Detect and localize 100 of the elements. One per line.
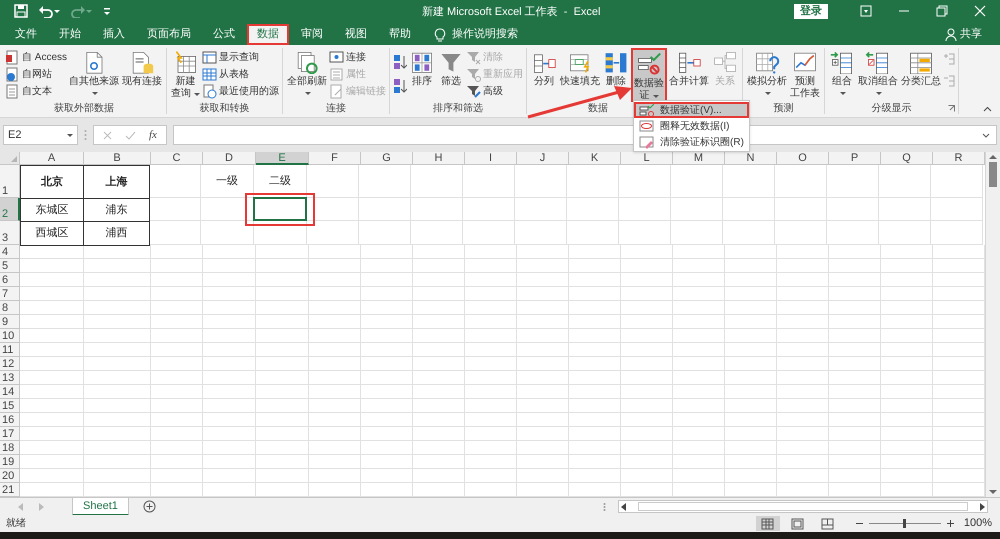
grid-cell[interactable] [517, 301, 569, 315]
ribbon-button[interactable]: 模拟分析 [746, 48, 788, 102]
grid-cell[interactable] [361, 301, 413, 315]
grid-cell[interactable] [621, 343, 673, 357]
grid-cell[interactable] [309, 245, 361, 259]
grid-cell[interactable] [256, 455, 309, 469]
grid-cell[interactable] [725, 441, 777, 455]
grid-cell[interactable] [465, 301, 517, 315]
zoom-slider[interactable] [868, 519, 941, 528]
grid-cell[interactable] [151, 315, 203, 329]
grid-cell[interactable] [673, 301, 725, 315]
row-header[interactable]: 18 [0, 441, 20, 455]
grid-cell[interactable] [361, 259, 413, 273]
grid-cell[interactable] [20, 413, 84, 427]
grid-cell[interactable] [725, 469, 777, 483]
grid-cell[interactable] [829, 427, 881, 441]
grid-cell[interactable] [517, 245, 569, 259]
grid-cell[interactable] [569, 413, 621, 427]
grid-cell[interactable] [569, 329, 621, 343]
row-header[interactable]: 17 [0, 427, 20, 441]
grid-cell[interactable] [881, 455, 933, 469]
grid-cell[interactable] [517, 399, 569, 413]
restore-icon[interactable] [936, 5, 948, 17]
grid-cell[interactable] [829, 357, 881, 371]
grid-cell[interactable] [203, 371, 256, 385]
selected-cell[interactable] [253, 197, 307, 221]
grid-cell[interactable] [84, 469, 151, 483]
ribbon-tab[interactable]: 插入 [93, 24, 135, 45]
grid-cell[interactable] [621, 427, 673, 441]
grid-cell[interactable] [465, 455, 517, 469]
grid-cell[interactable] [673, 385, 725, 399]
grid-cell[interactable] [619, 165, 671, 198]
ribbon-tab[interactable]: 页面布局 [137, 24, 201, 45]
grid-cell[interactable] [775, 198, 827, 221]
grid-cell[interactable] [829, 455, 881, 469]
grid-cell[interactable] [621, 455, 673, 469]
grid-cell[interactable] [203, 385, 256, 399]
grid-cell[interactable] [254, 221, 307, 245]
grid-cell[interactable] [361, 357, 413, 371]
ribbon-button[interactable]: 显示查询 [202, 50, 280, 64]
grid-cell[interactable] [569, 399, 621, 413]
grid-cell[interactable] [777, 441, 829, 455]
ribbon-button[interactable]: 新建 查询 [170, 48, 202, 102]
grid-cell[interactable] [151, 399, 203, 413]
grid-cell[interactable] [881, 385, 933, 399]
grid-cell[interactable] [84, 357, 151, 371]
grid-cell[interactable] [20, 315, 84, 329]
grid-cell[interactable] [465, 329, 517, 343]
row-header[interactable]: 15 [0, 399, 20, 413]
grid-cell[interactable] [621, 287, 673, 301]
ribbon-tab[interactable]: 视图 [335, 24, 377, 45]
ribbon-button[interactable]: 快速填充 [559, 48, 602, 102]
grid-cell[interactable] [671, 165, 723, 198]
row-header[interactable]: 2 [0, 198, 20, 221]
collapse-ribbon-icon[interactable] [983, 106, 992, 112]
grid-cell[interactable] [361, 469, 413, 483]
menu-item[interactable]: 圈释无效数据(I) [634, 118, 750, 134]
grid-cell[interactable] [256, 371, 309, 385]
grid-cell[interactable] [465, 427, 517, 441]
grid-cell[interactable] [569, 343, 621, 357]
grid-cell[interactable] [203, 441, 256, 455]
grid-cell[interactable] [151, 385, 203, 399]
grid-cell[interactable] [203, 343, 256, 357]
grid-cell[interactable] [465, 441, 517, 455]
grid-cell[interactable] [569, 455, 621, 469]
grid-cell[interactable] [309, 469, 361, 483]
scroll-down-icon[interactable] [989, 489, 997, 495]
grid-cell[interactable] [775, 165, 827, 198]
horizontal-scrollbar[interactable] [618, 500, 988, 513]
grid-cell[interactable] [777, 385, 829, 399]
grid-cell[interactable] [569, 301, 621, 315]
row-header[interactable]: 6 [0, 273, 20, 287]
grid-cell[interactable] [881, 441, 933, 455]
ribbon-display-icon[interactable] [860, 5, 872, 17]
grid-cell[interactable] [149, 221, 201, 245]
grid-cell[interactable] [413, 315, 465, 329]
next-sheet-icon[interactable] [38, 502, 44, 510]
grid-cell[interactable] [359, 198, 411, 221]
grid-cell[interactable] [881, 259, 933, 273]
grid-cell[interactable] [881, 273, 933, 287]
grid-cell[interactable] [569, 245, 621, 259]
grid-cell[interactable] [361, 441, 413, 455]
sort-ascending-icon[interactable] [393, 54, 408, 70]
grid-cell[interactable] [829, 259, 881, 273]
grid-cell[interactable] [725, 329, 777, 343]
grid-cell[interactable] [517, 315, 569, 329]
grid-cell[interactable] [361, 385, 413, 399]
grid-cell[interactable] [203, 413, 256, 427]
grid-cell[interactable] [84, 455, 151, 469]
grid-cell[interactable] [20, 441, 84, 455]
grid-cell[interactable] [517, 413, 569, 427]
grid-cell[interactable] [465, 287, 517, 301]
column-header[interactable]: O [777, 152, 829, 165]
grid-cell[interactable] [569, 259, 621, 273]
grid-cell[interactable] [673, 343, 725, 357]
grid-cell[interactable] [881, 469, 933, 483]
grid-cell[interactable] [20, 385, 84, 399]
grid-cell[interactable] [673, 357, 725, 371]
grid-cell[interactable] [307, 198, 359, 221]
grid-cell[interactable] [725, 399, 777, 413]
